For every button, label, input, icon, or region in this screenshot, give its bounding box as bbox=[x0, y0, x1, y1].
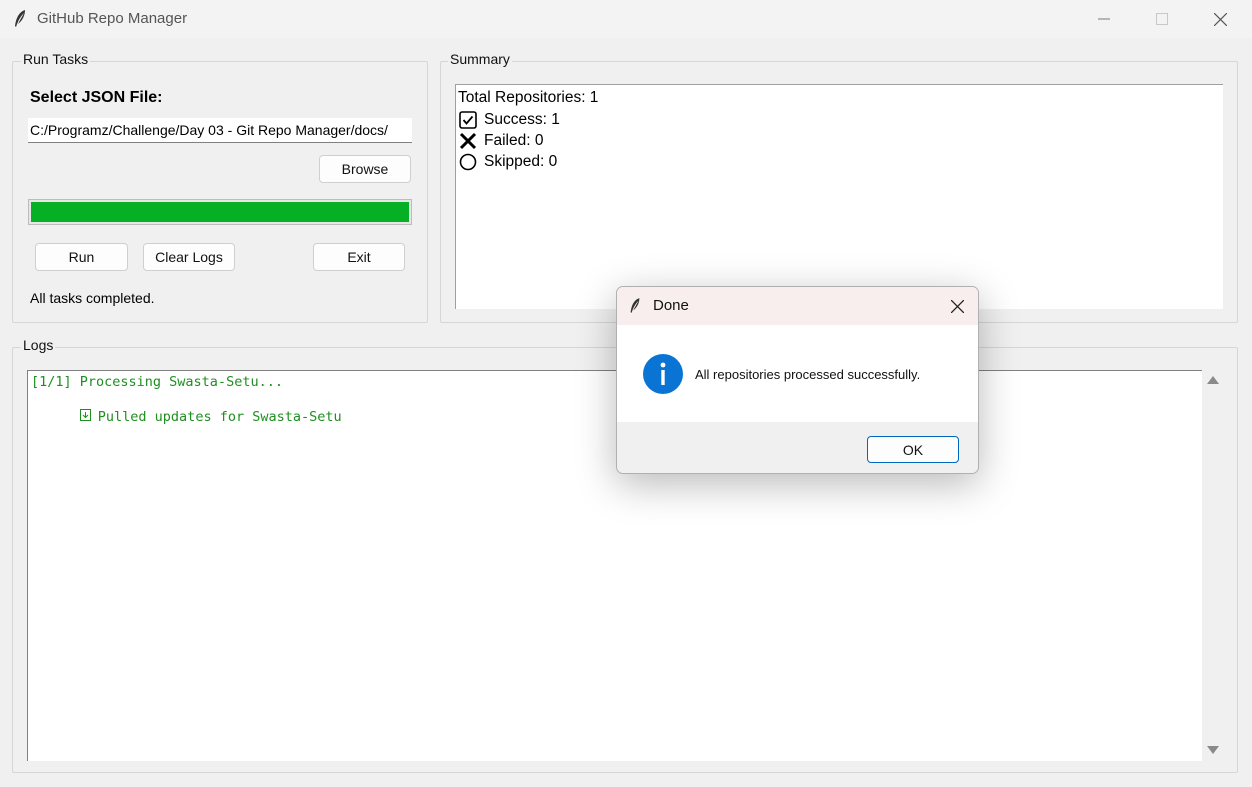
feather-icon bbox=[630, 298, 640, 313]
title-bar: GitHub Repo Manager bbox=[0, 0, 1252, 38]
dialog-body: All repositories processed successfully. bbox=[617, 325, 978, 422]
dialog-title: Done bbox=[653, 297, 689, 314]
maximize-button[interactable] bbox=[1133, 0, 1191, 38]
progress-fill bbox=[31, 202, 409, 222]
json-path-input[interactable] bbox=[28, 118, 412, 143]
ok-button[interactable]: OK bbox=[867, 436, 959, 463]
summary-total: Total Repositories: 1 bbox=[458, 89, 598, 107]
summary-failed: Failed: 0 bbox=[458, 131, 543, 151]
pull-icon bbox=[31, 393, 91, 441]
dialog-message: All repositories processed successfully. bbox=[695, 367, 921, 382]
summary-success: Success: 1 bbox=[458, 110, 560, 130]
cross-mark-icon bbox=[458, 131, 478, 151]
summary-skipped-text: Skipped: 0 bbox=[484, 153, 558, 170]
close-button[interactable] bbox=[1191, 0, 1249, 38]
exit-button[interactable]: Exit bbox=[313, 243, 405, 271]
run-button[interactable]: Run bbox=[35, 243, 128, 271]
feather-icon bbox=[15, 10, 25, 27]
close-icon bbox=[1213, 12, 1227, 26]
summary-label: Summary bbox=[448, 51, 512, 67]
summary-text-box[interactable]: Total Repositories: 1 Success: 1 Failed:… bbox=[455, 84, 1223, 309]
minimize-icon bbox=[1098, 18, 1110, 20]
dialog-close-button[interactable] bbox=[946, 295, 968, 317]
progress-bar bbox=[28, 199, 412, 225]
dialog-title-bar: Done bbox=[617, 287, 978, 325]
window-title: GitHub Repo Manager bbox=[37, 10, 188, 27]
logs-label: Logs bbox=[21, 337, 56, 353]
run-tasks-label: Run Tasks bbox=[21, 51, 91, 67]
maximize-icon bbox=[1156, 13, 1168, 25]
scroll-up-arrow-icon[interactable] bbox=[1207, 376, 1219, 384]
status-text: All tasks completed. bbox=[30, 290, 155, 306]
summary-failed-text: Failed: 0 bbox=[484, 132, 544, 149]
summary-skipped: Skipped: 0 bbox=[458, 152, 557, 172]
logs-text-box[interactable]: [1/1] Processing Swasta-Setu... Pulled u… bbox=[27, 370, 1202, 761]
clear-logs-button[interactable]: Clear Logs bbox=[143, 243, 235, 271]
minimize-button[interactable] bbox=[1075, 0, 1133, 38]
scroll-down-arrow-icon[interactable] bbox=[1207, 746, 1219, 754]
summary-total-text: Total Repositories: 1 bbox=[458, 89, 599, 106]
log-line-text: Pulled updates for Swasta-Setu bbox=[97, 409, 342, 425]
checkbox-checked-icon bbox=[458, 110, 478, 130]
info-icon bbox=[643, 354, 683, 394]
log-line: [1/1] Processing Swasta-Setu... bbox=[31, 374, 283, 390]
log-line: Pulled updates for Swasta-Setu bbox=[31, 393, 342, 441]
done-dialog: Done All repositories processed successf… bbox=[616, 286, 979, 474]
circle-icon bbox=[458, 152, 478, 172]
browse-button[interactable]: Browse bbox=[319, 155, 411, 183]
summary-success-text: Success: 1 bbox=[484, 111, 560, 128]
select-json-label: Select JSON File: bbox=[30, 89, 163, 106]
log-line-text: [1/1] Processing Swasta-Setu... bbox=[31, 374, 283, 390]
logs-scrollbar[interactable] bbox=[1202, 370, 1223, 761]
close-icon bbox=[950, 299, 964, 313]
